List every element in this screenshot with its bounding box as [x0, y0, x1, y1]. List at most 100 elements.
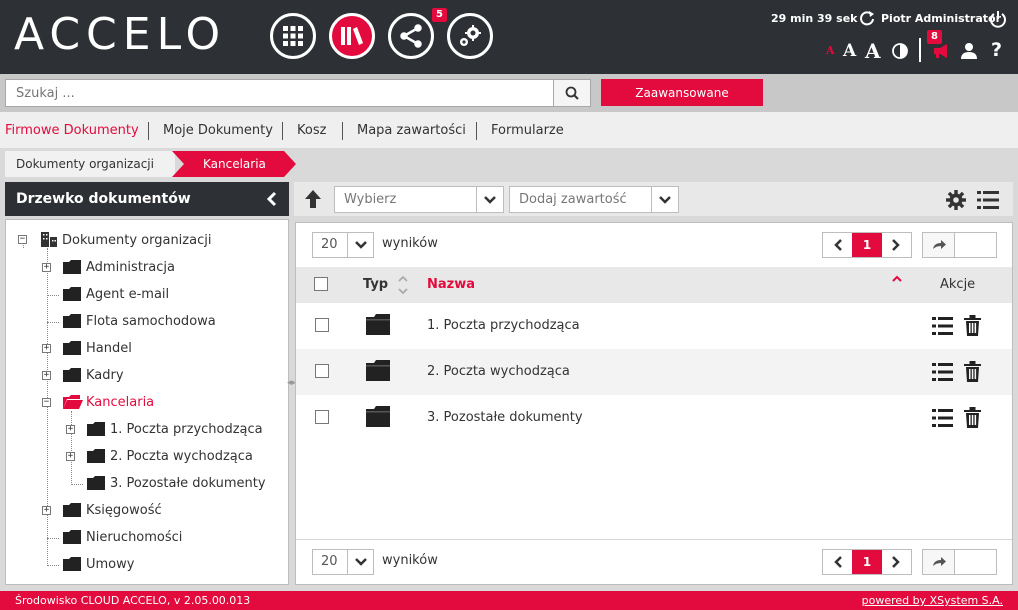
- logout-button[interactable]: [988, 9, 1008, 29]
- tree-node-kancelaria[interactable]: Kancelaria: [86, 395, 154, 410]
- settings-button[interactable]: [447, 13, 493, 59]
- tree-expand-toggle[interactable]: +: [42, 506, 51, 515]
- tree-node-outgoing-mail[interactable]: 2. Poczta wychodząca: [110, 449, 253, 464]
- select-action-dropdown[interactable]: Wybierz: [334, 186, 504, 213]
- tree-node-flota[interactable]: Flota samochodowa: [86, 314, 216, 329]
- tree-node-nieruchomosci[interactable]: Nieruchomości: [86, 530, 182, 545]
- breadcrumb-root[interactable]: Dokumenty organizacji: [5, 151, 175, 177]
- list-view-icon[interactable]: [977, 190, 999, 210]
- table-row[interactable]: 2. Poczta wychodząca: [296, 349, 1012, 395]
- session-timer: 29 min 39 sek: [771, 12, 858, 25]
- list-icon[interactable]: [932, 408, 953, 428]
- tree-node-other-documents[interactable]: 3. Pozostałe dokumenty: [110, 476, 266, 491]
- tree-node-root[interactable]: Dokumenty organizacji: [62, 233, 211, 248]
- next-page-button[interactable]: [882, 550, 911, 574]
- megaphone-icon: [934, 44, 947, 58]
- tree-collapse-toggle[interactable]: −: [42, 398, 51, 407]
- profile-button[interactable]: [960, 41, 978, 59]
- chevron-down-icon: [347, 233, 373, 257]
- search-icon: [565, 86, 579, 100]
- page-size-select-bottom[interactable]: 20: [312, 549, 374, 575]
- collapse-left-icon[interactable]: [267, 191, 277, 207]
- prev-page-button[interactable]: [823, 233, 852, 257]
- trash-icon[interactable]: [964, 315, 981, 336]
- font-size-large[interactable]: A: [865, 39, 881, 63]
- tree-node-ksiegowosc[interactable]: Księgowość: [86, 503, 162, 518]
- table-row[interactable]: 1. Poczta przychodząca: [296, 303, 1012, 349]
- tab-my-documents[interactable]: Moje Dokumenty: [163, 123, 273, 138]
- search-bar: Zaawansowane: [0, 74, 1018, 112]
- tree-node-umowy[interactable]: Umowy: [86, 557, 134, 572]
- font-size-small[interactable]: A: [826, 44, 835, 57]
- user-name[interactable]: Piotr Administrator: [881, 12, 1001, 25]
- list-icon[interactable]: [932, 362, 953, 382]
- refresh-button[interactable]: [858, 9, 876, 27]
- tree-expand-toggle[interactable]: +: [42, 371, 51, 380]
- table-row[interactable]: 3. Pozostałe dokumenty: [296, 395, 1012, 441]
- row-name[interactable]: 3. Pozostałe dokumenty: [427, 410, 583, 425]
- jump-to-page[interactable]: [922, 232, 997, 258]
- current-page[interactable]: 1: [852, 233, 882, 257]
- grid-icon: [283, 26, 303, 46]
- tab-separator: [476, 122, 477, 140]
- library-button[interactable]: [329, 13, 375, 59]
- tree-node-kadry[interactable]: Kadry: [86, 368, 124, 383]
- next-page-button[interactable]: [882, 233, 911, 257]
- tab-content-map[interactable]: Mapa zawartości: [357, 123, 466, 138]
- advanced-search-button[interactable]: Zaawansowane: [601, 79, 763, 106]
- powered-by-link[interactable]: powered by XSystem S.A.: [862, 591, 1003, 610]
- accelo-logo[interactable]: ACCELO: [14, 12, 226, 58]
- notifications-button[interactable]: [931, 42, 951, 60]
- tree-expand-toggle[interactable]: +: [66, 452, 75, 461]
- tree-expand-toggle[interactable]: +: [42, 263, 51, 272]
- document-tree-title: Drzewko dokumentów: [16, 191, 191, 207]
- gear-icon[interactable]: [946, 190, 966, 210]
- contrast-icon: [892, 43, 908, 59]
- select-all-checkbox[interactable]: [314, 277, 328, 291]
- column-actions: Akcje: [940, 277, 976, 292]
- tree-node-administracja[interactable]: Administracja: [86, 260, 175, 275]
- page-size-select[interactable]: 20: [312, 232, 374, 258]
- tree-node-handel[interactable]: Handel: [86, 341, 132, 356]
- row-checkbox[interactable]: [315, 364, 329, 378]
- tab-trash[interactable]: Kosz: [297, 123, 326, 138]
- folder-icon: [366, 314, 390, 335]
- row-name[interactable]: 2. Poczta wychodząca: [427, 364, 570, 379]
- row-checkbox[interactable]: [315, 318, 329, 332]
- tree-line: [47, 295, 59, 296]
- current-page[interactable]: 1: [852, 550, 882, 574]
- pagination: 1: [822, 232, 912, 258]
- workflow-button[interactable]: [388, 13, 434, 59]
- share-arrow-icon[interactable]: [923, 233, 955, 257]
- list-icon[interactable]: [932, 316, 953, 336]
- trash-icon[interactable]: [964, 407, 981, 428]
- trash-icon[interactable]: [964, 361, 981, 382]
- search-button[interactable]: [553, 79, 591, 107]
- tree-collapse-toggle[interactable]: −: [18, 235, 27, 244]
- tree-expand-toggle[interactable]: +: [66, 425, 75, 434]
- main-tabs: Firmowe Dokumenty Moje Dokumenty Kosz Ma…: [0, 112, 1018, 148]
- share-arrow-icon[interactable]: [923, 550, 955, 574]
- prev-page-button[interactable]: [823, 550, 852, 574]
- help-icon[interactable]: ?: [991, 39, 1002, 61]
- column-type[interactable]: Typ: [363, 277, 388, 292]
- tree-expand-toggle[interactable]: +: [42, 344, 51, 353]
- jump-to-page-bottom[interactable]: [922, 549, 997, 575]
- up-arrow-icon[interactable]: [304, 189, 322, 209]
- tree-node-incoming-mail[interactable]: 1. Poczta przychodząca: [110, 422, 263, 437]
- user-icon: [961, 42, 977, 59]
- apps-grid-button[interactable]: [270, 13, 316, 59]
- tab-forms[interactable]: Formularze: [491, 123, 564, 138]
- contrast-button[interactable]: [891, 42, 909, 60]
- font-size-medium[interactable]: A: [843, 41, 856, 61]
- row-name[interactable]: 1. Poczta przychodząca: [427, 318, 580, 333]
- building-icon: [41, 232, 57, 247]
- sort-asc-icon[interactable]: [892, 275, 902, 282]
- tab-company-documents[interactable]: Firmowe Dokumenty: [5, 123, 139, 138]
- add-content-dropdown[interactable]: Dodaj zawartość: [509, 186, 679, 213]
- search-input[interactable]: [5, 79, 554, 107]
- tree-node-agent-email[interactable]: Agent e-mail: [86, 287, 169, 302]
- column-name[interactable]: Nazwa: [427, 277, 475, 292]
- sort-icon[interactable]: [398, 275, 408, 295]
- row-checkbox[interactable]: [315, 410, 329, 424]
